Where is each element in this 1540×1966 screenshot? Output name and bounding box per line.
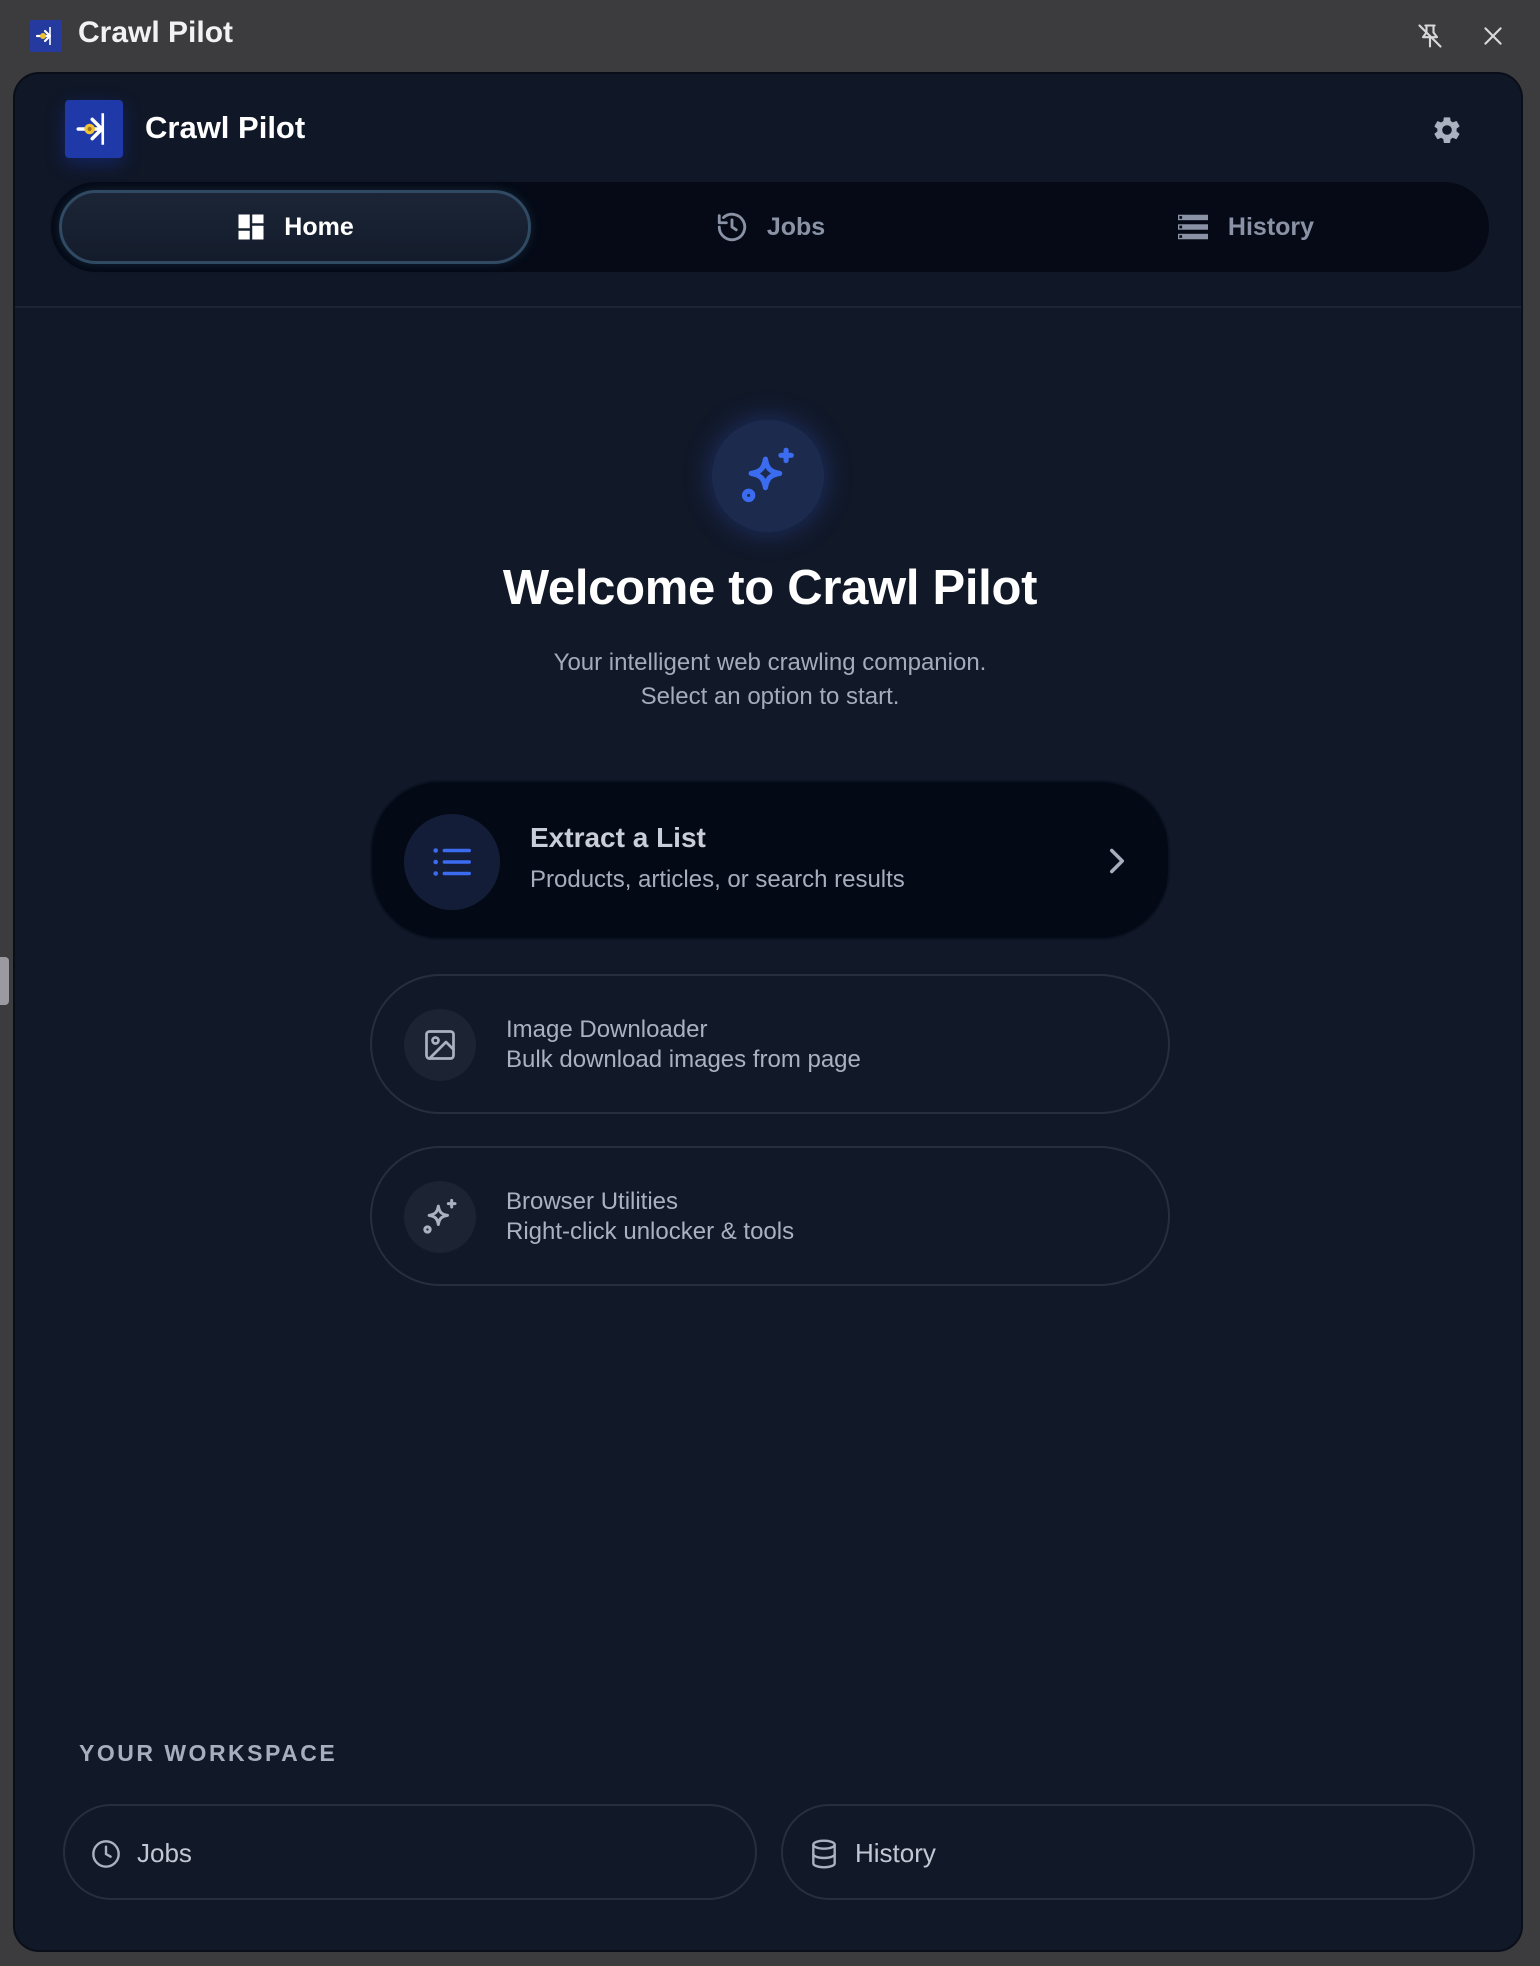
unpin-button[interactable] xyxy=(1410,16,1450,56)
image-downloader-card[interactable]: Image Downloader Bulk download images fr… xyxy=(370,974,1170,1114)
main-panel: Crawl Pilot Home Jobs History Welcome to… xyxy=(13,72,1523,1952)
welcome-title: Welcome to Crawl Pilot xyxy=(502,561,1038,615)
clock-icon xyxy=(89,1837,123,1871)
welcome-subtitle-line1: Your intelligent web crawling companion. xyxy=(553,649,987,676)
tab-jobs[interactable]: Jobs xyxy=(534,190,1006,264)
tab-home-label: Home xyxy=(284,212,354,241)
extract-list-card[interactable]: Extract a List Products, articles, or se… xyxy=(370,780,1170,940)
extract-list-title: Extract a List xyxy=(530,822,706,853)
resize-handle[interactable] xyxy=(0,957,9,1005)
panel-header: Crawl Pilot Home Jobs History xyxy=(15,74,1521,308)
tab-history-label: History xyxy=(1227,212,1315,241)
settings-button[interactable] xyxy=(1427,110,1467,150)
database-icon xyxy=(807,1837,841,1871)
image-icon xyxy=(404,1009,476,1081)
workspace-history-button[interactable]: History xyxy=(781,1804,1475,1900)
tab-home[interactable]: Home xyxy=(59,190,531,264)
list-rows-icon xyxy=(1177,214,1208,240)
workspace-jobs-button[interactable]: Jobs xyxy=(63,1804,757,1900)
window-title: Crawl Pilot xyxy=(78,16,234,49)
extract-list-description: Products, articles, or search results xyxy=(530,866,905,893)
browser-utilities-card[interactable]: Browser Utilities Right-click unlocker &… xyxy=(370,1146,1170,1286)
brand-logo-icon xyxy=(65,100,123,158)
welcome-subtitle-line2: Select an option to start. xyxy=(640,683,900,710)
welcome-subtitle: Your intelligent web crawling companion.… xyxy=(15,646,1521,714)
tab-jobs-label: Jobs xyxy=(766,212,826,241)
workspace-heading: YOUR WORKSPACE xyxy=(79,1740,338,1766)
gear-icon xyxy=(1434,117,1460,143)
browser-utilities-description: Right-click unlocker & tools xyxy=(506,1218,795,1245)
brand-name: Crawl Pilot xyxy=(145,110,306,145)
app-logo-icon xyxy=(30,20,62,52)
sparkles-icon xyxy=(404,1181,476,1253)
browser-utilities-title: Browser Utilities xyxy=(506,1188,679,1215)
image-downloader-description: Bulk download images from page xyxy=(506,1046,861,1073)
list-icon xyxy=(404,814,500,910)
workspace-history-label: History xyxy=(855,1838,936,1868)
close-icon xyxy=(1484,27,1502,45)
history-clock-icon xyxy=(717,212,746,242)
chevron-right-icon xyxy=(1102,844,1132,878)
window-titlebar: Crawl Pilot xyxy=(0,0,1540,70)
unpin-icon xyxy=(1418,24,1442,48)
tab-bar: Home Jobs History xyxy=(51,182,1489,272)
dashboard-icon xyxy=(238,214,264,240)
image-downloader-title: Image Downloader xyxy=(506,1016,708,1043)
tab-history[interactable]: History xyxy=(1009,190,1481,264)
workspace-jobs-label: Jobs xyxy=(137,1838,192,1868)
close-window-button[interactable] xyxy=(1473,16,1513,56)
sparkles-icon xyxy=(712,420,824,532)
